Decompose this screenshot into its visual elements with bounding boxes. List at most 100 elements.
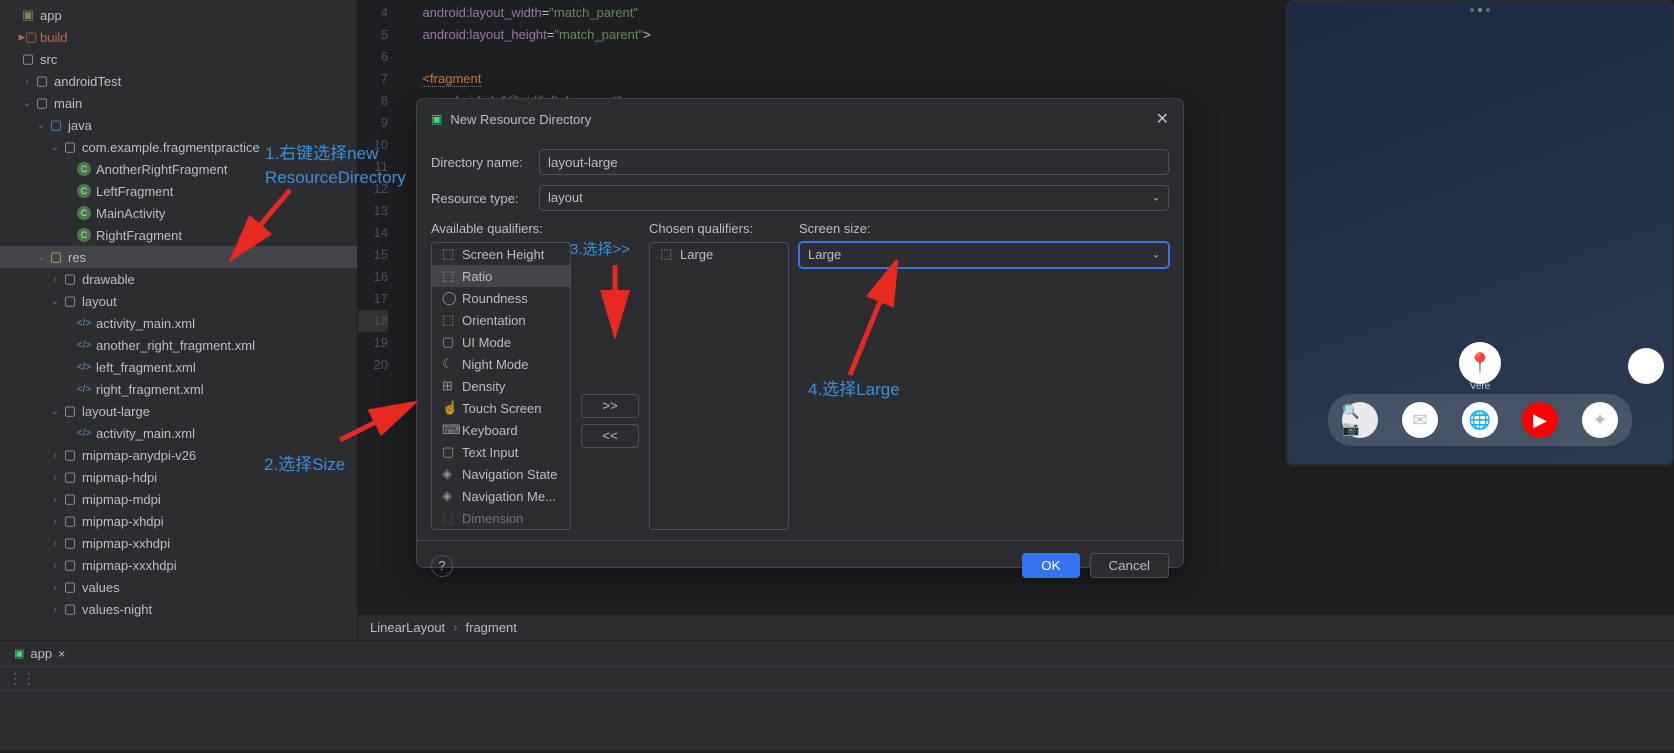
- tree-item-package[interactable]: ⌄▢com.example.fragmentpractice: [0, 136, 357, 158]
- tree-label: MainActivity: [96, 206, 165, 221]
- tree-item-layout-large[interactable]: ⌄▢layout-large: [0, 400, 357, 422]
- qual-item[interactable]: ☝Touch Screen: [432, 397, 570, 419]
- tree-label: activity_main.xml: [96, 316, 195, 331]
- emu-maps-icon: 📍: [1459, 342, 1501, 384]
- bottom-tab-app[interactable]: ▣ app ×: [8, 644, 71, 663]
- chevron-down-icon: ⌄: [1152, 250, 1160, 261]
- qual-item[interactable]: ◯Roundness: [432, 287, 570, 309]
- ok-button[interactable]: OK: [1022, 553, 1079, 578]
- tree-item-mipmap[interactable]: ›▢mipmap-hdpi: [0, 466, 357, 488]
- qual-item[interactable]: ▢Text Input: [432, 441, 570, 463]
- navmethod-icon: ◈: [442, 488, 456, 504]
- folder-icon: ▢: [62, 491, 78, 507]
- tree-item-class[interactable]: CAnotherRightFragment: [0, 158, 357, 180]
- qual-item[interactable]: ⬚Ratio: [432, 265, 570, 287]
- select-value: Large: [808, 247, 841, 262]
- tree-item-values[interactable]: ›▢values: [0, 576, 357, 598]
- help-button[interactable]: ?: [431, 555, 453, 577]
- orientation-icon: ⬚: [442, 312, 456, 328]
- folder-icon: ▢: [62, 579, 78, 595]
- close-icon[interactable]: ✕: [1156, 109, 1169, 129]
- tree-label: LeftFragment: [96, 184, 173, 199]
- tree-item-class[interactable]: CMainActivity: [0, 202, 357, 224]
- tree-item-xml[interactable]: </>another_right_fragment.xml: [0, 334, 357, 356]
- tree-item-build[interactable]: ▸▢ build: [0, 26, 357, 48]
- tree-item-androidTest[interactable]: ›▢androidTest: [0, 70, 357, 92]
- resource-type-select[interactable]: layout ⌄: [539, 185, 1169, 211]
- tree-item-xml[interactable]: </>activity_main.xml: [0, 312, 357, 334]
- remove-qualifier-button[interactable]: <<: [581, 424, 639, 448]
- gmail-icon: ✉: [1402, 402, 1438, 438]
- available-qualifiers-label: Available qualifiers:: [431, 221, 571, 236]
- folder-icon: ▸▢: [20, 29, 36, 45]
- tree-label: src: [40, 52, 57, 67]
- tree-label: java: [68, 118, 92, 133]
- qual-item[interactable]: ⬚Orientation: [432, 309, 570, 331]
- chosen-qualifiers-list[interactable]: ⬚Large: [649, 242, 789, 530]
- tree-item-src[interactable]: ▢src: [0, 48, 357, 70]
- tree-label: layout: [82, 294, 117, 309]
- tree-item-drawable[interactable]: ›▢drawable: [0, 268, 357, 290]
- qual-item[interactable]: ⊞Density: [432, 375, 570, 397]
- folder-icon: ▢: [62, 557, 78, 573]
- cancel-button[interactable]: Cancel: [1090, 553, 1170, 578]
- tree-item-xml[interactable]: </>right_fragment.xml: [0, 378, 357, 400]
- folder-icon: ▢: [62, 469, 78, 485]
- breadcrumb-item[interactable]: fragment: [466, 620, 517, 635]
- tree-item-res[interactable]: ⌄▢res: [0, 246, 357, 268]
- emu-app-icon: [1628, 348, 1664, 384]
- tree-label: RightFragment: [96, 228, 182, 243]
- folder-icon: ▢: [62, 513, 78, 529]
- directory-name-input[interactable]: [539, 149, 1169, 175]
- tree-item-main[interactable]: ⌄▢main: [0, 92, 357, 114]
- touch-icon: ☝: [442, 400, 456, 416]
- folder-icon: ▢: [62, 535, 78, 551]
- search-icon: 🔍 📷: [1342, 402, 1378, 438]
- tree-label: mipmap-hdpi: [82, 470, 157, 485]
- tree-label: build: [40, 30, 67, 45]
- add-qualifier-button[interactable]: >>: [581, 394, 639, 418]
- qual-item[interactable]: ⌨Keyboard: [432, 419, 570, 441]
- tree-label: left_fragment.xml: [96, 360, 196, 375]
- qual-item[interactable]: ⬚Large: [650, 243, 788, 265]
- tree-label: right_fragment.xml: [96, 382, 204, 397]
- package-icon: ▢: [62, 139, 78, 155]
- tree-item-mipmap[interactable]: ›▢mipmap-xxxhdpi: [0, 554, 357, 576]
- select-value: layout: [548, 190, 583, 205]
- tree-item-mipmap[interactable]: ›▢mipmap-mdpi: [0, 488, 357, 510]
- qual-item[interactable]: ⬚Screen Height: [432, 243, 570, 265]
- qual-item[interactable]: ◈Navigation Me...: [432, 485, 570, 507]
- tree-item-values-night[interactable]: ›▢values-night: [0, 598, 357, 620]
- qual-item[interactable]: ☾Night Mode: [432, 353, 570, 375]
- tree-item-mipmap[interactable]: ›▢mipmap-xhdpi: [0, 510, 357, 532]
- tree-item-java[interactable]: ⌄▢java: [0, 114, 357, 136]
- folder-icon: ▢: [48, 249, 64, 265]
- tree-item-xml[interactable]: </>left_fragment.xml: [0, 356, 357, 378]
- tree-item-class[interactable]: CLeftFragment: [0, 180, 357, 202]
- qual-item[interactable]: ◈Navigation State: [432, 463, 570, 485]
- dimension-icon: ⬚: [442, 510, 456, 526]
- tree-item-xml[interactable]: </>activity_main.xml: [0, 422, 357, 444]
- breadcrumb-item[interactable]: LinearLayout: [370, 620, 445, 635]
- dialog-title: New Resource Directory: [450, 112, 1155, 127]
- tree-item-mipmap[interactable]: ›▢mipmap-xxhdpi: [0, 532, 357, 554]
- toolwindow-bar: ⋮⋮: [0, 666, 1674, 690]
- tree-item-layout[interactable]: ⌄▢layout: [0, 290, 357, 312]
- tree-item-mipmap[interactable]: ›▢mipmap-anydpi-v26: [0, 444, 357, 466]
- chosen-qualifiers-label: Chosen qualifiers:: [649, 221, 789, 236]
- screen-size-select[interactable]: Large ⌄: [799, 242, 1169, 268]
- tree-label: mipmap-mdpi: [82, 492, 161, 507]
- qual-item[interactable]: ⬚Dimension: [432, 507, 570, 529]
- photos-icon: ✦: [1582, 402, 1618, 438]
- chevron-right-icon: ›: [453, 620, 457, 635]
- screen-size-label: Screen size:: [799, 221, 1169, 236]
- qual-item[interactable]: ▢UI Mode: [432, 331, 570, 353]
- project-tree[interactable]: ▣app ▸▢build ▢src ›▢androidTest ⌄▢main ⌄…: [0, 0, 358, 640]
- folder-icon: ▢: [34, 95, 50, 111]
- tree-item-app[interactable]: ▣app: [0, 4, 357, 26]
- close-icon[interactable]: ×: [58, 647, 65, 661]
- available-qualifiers-list[interactable]: ⬚Screen Height ⬚Ratio ◯Roundness ⬚Orient…: [431, 242, 571, 530]
- chevron-down-icon: ⌄: [1152, 193, 1160, 204]
- tree-label: mipmap-xxxhdpi: [82, 558, 177, 573]
- tree-item-class[interactable]: CRightFragment: [0, 224, 357, 246]
